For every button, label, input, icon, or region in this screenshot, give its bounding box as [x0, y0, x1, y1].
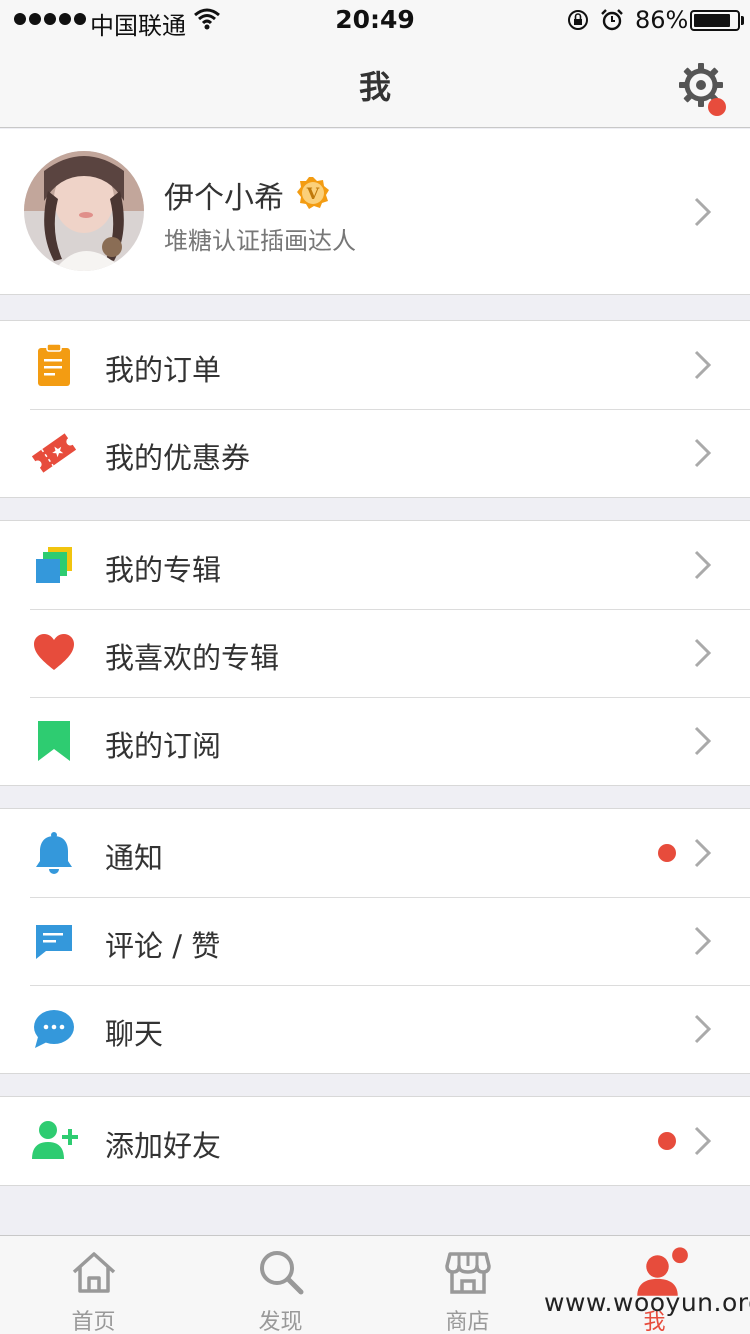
- watermark: www.wooyun.org: [544, 1288, 750, 1317]
- menu-group-social: 通知 评论 / 赞 聊天: [0, 808, 750, 1074]
- alarm-icon: [601, 9, 623, 31]
- menu-item-add-friends[interactable]: 添加好友: [0, 1097, 750, 1185]
- add-friend-icon: [32, 1121, 78, 1159]
- avatar[interactable]: [24, 151, 144, 271]
- chevron-right-icon: [694, 197, 712, 227]
- settings-notification-badge: [708, 98, 726, 116]
- clipboard-icon: [38, 343, 70, 386]
- menu-item-my-coupons[interactable]: 我的优惠券: [0, 409, 750, 497]
- tab-bar: 首页 发现 商店 我: [0, 1235, 750, 1334]
- notification-badge: [658, 844, 676, 862]
- tab-store[interactable]: 商店: [374, 1236, 561, 1334]
- heart-icon: [34, 634, 74, 670]
- nav-bar: 我: [0, 40, 750, 128]
- bell-icon: [36, 832, 72, 874]
- menu-group-shopping: 我的订单 我的优惠券: [0, 320, 750, 498]
- menu-item-comments-likes[interactable]: 评论 / 赞: [0, 897, 750, 985]
- chevron-right-icon: [694, 438, 712, 468]
- page-title: 我: [358, 68, 391, 106]
- tab-home[interactable]: 首页: [0, 1236, 187, 1334]
- status-bar: 中国联通 20:49 86%: [0, 0, 750, 40]
- tab-me[interactable]: 我: [561, 1236, 748, 1334]
- chat-bubble-icon: [34, 1010, 74, 1048]
- menu-item-liked-albums[interactable]: 我喜欢的专辑: [0, 609, 750, 697]
- home-icon: [72, 1252, 116, 1293]
- tab-discover[interactable]: 发现: [187, 1236, 374, 1334]
- menu-group-albums: 我的专辑 我喜欢的专辑 我的订阅: [0, 520, 750, 786]
- battery-icon: [690, 10, 740, 31]
- menu-item-my-orders[interactable]: 我的订单: [0, 321, 750, 409]
- notification-badge: [658, 1132, 676, 1150]
- user-name: 伊个小希: [164, 181, 284, 216]
- user-description: 堆糖认证插画达人: [164, 227, 356, 255]
- verified-badge-icon: V: [297, 177, 329, 209]
- menu-item-notifications[interactable]: 通知: [0, 809, 750, 897]
- menu-item-my-albums[interactable]: 我的专辑: [0, 521, 750, 609]
- chevron-right-icon: [694, 1126, 712, 1156]
- store-icon: [445, 1252, 491, 1294]
- chevron-right-icon: [694, 726, 712, 756]
- chevron-right-icon: [694, 926, 712, 956]
- album-stack-icon: [36, 547, 72, 583]
- menu-item-chat[interactable]: 聊天: [0, 985, 750, 1073]
- chevron-right-icon: [694, 638, 712, 668]
- profile-card[interactable]: 伊个小希 V 堆糖认证插画达人: [0, 129, 750, 295]
- chevron-right-icon: [694, 550, 712, 580]
- menu-item-my-subscriptions[interactable]: 我的订阅: [0, 697, 750, 785]
- rotation-lock-icon: [568, 10, 588, 30]
- bookmark-icon: [38, 721, 70, 761]
- search-icon: [260, 1251, 304, 1295]
- menu-group-friends: 添加好友: [0, 1096, 750, 1186]
- chevron-right-icon: [694, 350, 712, 380]
- coupon-icon: [32, 433, 76, 473]
- battery-percent: 86%: [635, 6, 689, 34]
- chevron-right-icon: [694, 838, 712, 868]
- comment-icon: [36, 925, 72, 959]
- chevron-right-icon: [694, 1014, 712, 1044]
- svg-text:V: V: [306, 184, 320, 203]
